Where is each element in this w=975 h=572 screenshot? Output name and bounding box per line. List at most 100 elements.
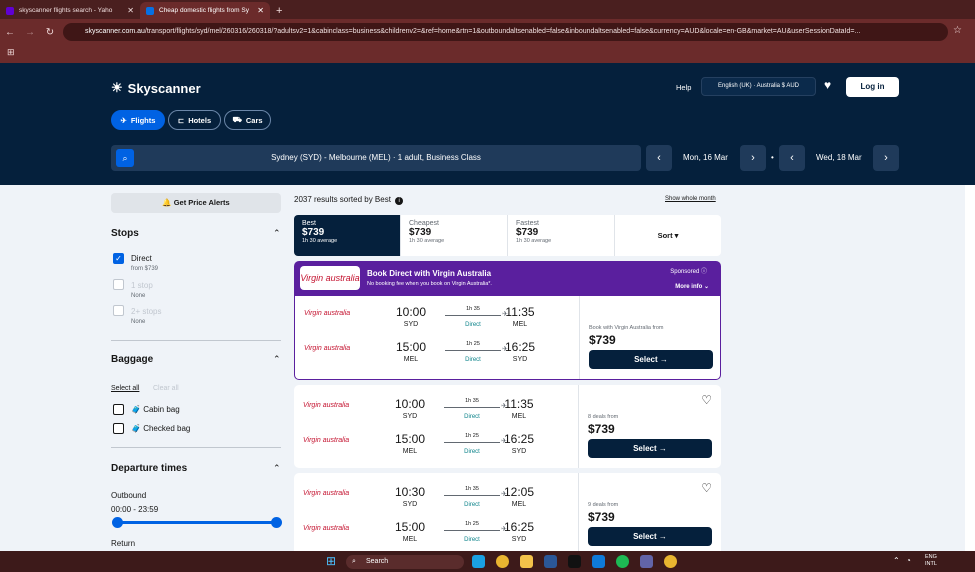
reload-icon[interactable]: ↻ (40, 27, 60, 38)
save-heart-icon[interactable]: ♡ (701, 481, 712, 495)
divider (111, 340, 281, 341)
arr-airport: SYD (512, 356, 528, 363)
chevron-up-icon[interactable]: ⌃ (273, 228, 281, 239)
stops-info: Direct (464, 414, 480, 420)
outbound-slider-min-handle[interactable] (112, 517, 123, 528)
taskbar-search[interactable]: ⌕ Search (346, 555, 464, 569)
help-link[interactable]: Help (676, 83, 691, 92)
return-prev-button[interactable]: ‹ (779, 145, 805, 171)
flight-result-card[interactable]: Virgin australia 10:00 SYD 1h 35 Direct 11… (294, 296, 721, 380)
close-tab-icon[interactable]: ✕ (257, 6, 264, 15)
return-next-button[interactable]: › (873, 145, 899, 171)
bed-icon: ⊏ (177, 115, 185, 125)
wifi-icon[interactable]: ◔ (906, 556, 911, 565)
save-heart-icon[interactable]: ♡ (701, 393, 712, 407)
search-summary-bar[interactable]: ⌕ Sydney (SYD) - Melbourne (MEL) · 1 adu… (111, 145, 641, 171)
flight-duration: 1h 35 Direct (444, 486, 507, 508)
flights-tab[interactable]: ✈ Flights (111, 110, 165, 130)
duration: 1h 35 (466, 306, 480, 312)
sort-dropdown[interactable]: Sort ▾ (615, 215, 721, 256)
windows-start-icon[interactable]: ⊞ (326, 554, 336, 568)
browser-tab-yahoo[interactable]: skyscanner flights search - Yaho ✕ (0, 2, 140, 19)
one-stop-price: None (131, 293, 146, 299)
depart-prev-button[interactable]: ‹ (646, 145, 672, 171)
depart-date[interactable]: Mon, 16 Mar (683, 153, 728, 162)
select-button[interactable]: Select → (589, 350, 713, 369)
price-alerts-button[interactable]: 🔔 Get Price Alerts (111, 193, 281, 213)
chrome-icon[interactable] (664, 555, 677, 568)
outbound-slider-max-handle[interactable] (271, 517, 282, 528)
more-info-link[interactable]: More info ⌄ (675, 283, 709, 290)
departure-time: 15:00 MEL (393, 340, 429, 363)
clear-all-link[interactable]: Clear all (153, 385, 179, 392)
file-explorer-icon[interactable] (520, 555, 533, 568)
sort-duration: 1h 30 average (409, 238, 445, 244)
app-icon[interactable] (568, 555, 581, 568)
back-icon[interactable]: ← (0, 27, 20, 38)
one-stop-checkbox[interactable] (113, 279, 124, 290)
return-date[interactable]: Wed, 18 Mar (816, 153, 862, 162)
apps-grid-icon[interactable]: ⊞ (7, 47, 15, 58)
chevron-up-icon[interactable]: ⌃ (273, 463, 281, 474)
sunrise-icon: ☀ (111, 80, 123, 95)
sort-fastest-tab[interactable]: Fastest $739 1h 30 average (508, 215, 615, 256)
chrome-icon[interactable] (496, 555, 509, 568)
pill-label: Hotels (188, 115, 212, 125)
chevron-up-icon[interactable]: ⌃ (273, 354, 281, 365)
checked-bag-checkbox[interactable] (113, 423, 124, 434)
scrollbar[interactable] (965, 185, 975, 551)
airline-logo: Virgin australia (304, 310, 351, 317)
flight-result-card[interactable]: Virgin australia 10:30 SYD 1h 35 Direct 12… (294, 473, 721, 556)
route-line (444, 490, 507, 498)
show-whole-month-link[interactable]: Show whole month (665, 196, 716, 202)
bookmark-star-icon[interactable]: ☆ (953, 25, 962, 36)
outbound-slider-track[interactable] (117, 521, 275, 524)
direct-label: Direct (131, 254, 152, 263)
url-input[interactable]: skyscanner.com.au/transport/flights/syd/… (63, 23, 948, 41)
arrival-time: 16:25 SYD (502, 340, 538, 363)
login-button[interactable]: Log in (846, 77, 899, 97)
cabin-bag-text: Cabin bag (143, 405, 180, 414)
select-button[interactable]: Select → (588, 439, 712, 458)
new-tab-button[interactable]: + (270, 2, 288, 19)
teams-icon[interactable] (640, 555, 653, 568)
sort-best-tab[interactable]: Best $739 1h 30 average (294, 215, 401, 256)
arr-airport: MEL (511, 413, 527, 420)
edge-icon[interactable] (472, 555, 485, 568)
locale-button[interactable]: English (UK) · Australia $ AUD (701, 77, 816, 96)
sort-cheapest-tab[interactable]: Cheapest $739 1h 30 average (401, 215, 508, 256)
app-icon[interactable] (592, 555, 605, 568)
depart-next-button[interactable]: › (740, 145, 766, 171)
cabin-bag-checkbox[interactable] (113, 404, 124, 415)
saved-heart-icon[interactable]: ♥ (824, 78, 831, 92)
deals-text: 8 deals from (588, 414, 619, 420)
skyscanner-favicon-icon (146, 6, 154, 15)
info-icon[interactable]: ⓘ (701, 269, 707, 275)
direct-checkbox[interactable]: ✓ (113, 253, 124, 264)
sort-label: Fastest (516, 220, 539, 227)
duration: 1h 25 (466, 341, 480, 347)
close-tab-icon[interactable]: ✕ (127, 6, 134, 15)
arr-airport: MEL (511, 501, 527, 508)
outbound-leg: Virgin australia 10:00 SYD 1h 35 Direct 11… (294, 394, 579, 429)
cars-tab[interactable]: ⛟ Cars (224, 110, 271, 130)
select-label: Select (633, 444, 657, 453)
select-button[interactable]: Select → (588, 527, 712, 546)
language-indicator[interactable]: ENG INTL (925, 554, 937, 568)
word-icon[interactable] (544, 555, 557, 568)
forward-icon[interactable]: → (20, 27, 40, 38)
dep-airport: SYD (402, 413, 418, 420)
search-icon: ⌕ (352, 558, 356, 565)
sponsored-banner[interactable]: Virgin australia Book Direct with Virgin… (294, 261, 721, 296)
two-stops-checkbox[interactable] (113, 305, 124, 316)
tray-chevron-up-icon[interactable]: ⌃ (893, 556, 900, 565)
spotify-icon[interactable] (616, 555, 629, 568)
info-icon[interactable]: i (395, 197, 404, 205)
search-icon[interactable]: ⌕ (116, 149, 134, 167)
flight-result-card[interactable]: Virgin australia 10:00 SYD 1h 35 Direct 11… (294, 385, 721, 468)
skyscanner-logo[interactable]: ☀ Skyscanner (111, 80, 201, 96)
browser-tab-skyscanner[interactable]: Cheap domestic flights from Sy ✕ (140, 2, 270, 19)
hotels-tab[interactable]: ⊏ Hotels (168, 110, 221, 130)
select-all-link[interactable]: Select all (111, 385, 139, 392)
sponsor-subtitle: No booking fee when you book on Virgin A… (367, 281, 492, 287)
